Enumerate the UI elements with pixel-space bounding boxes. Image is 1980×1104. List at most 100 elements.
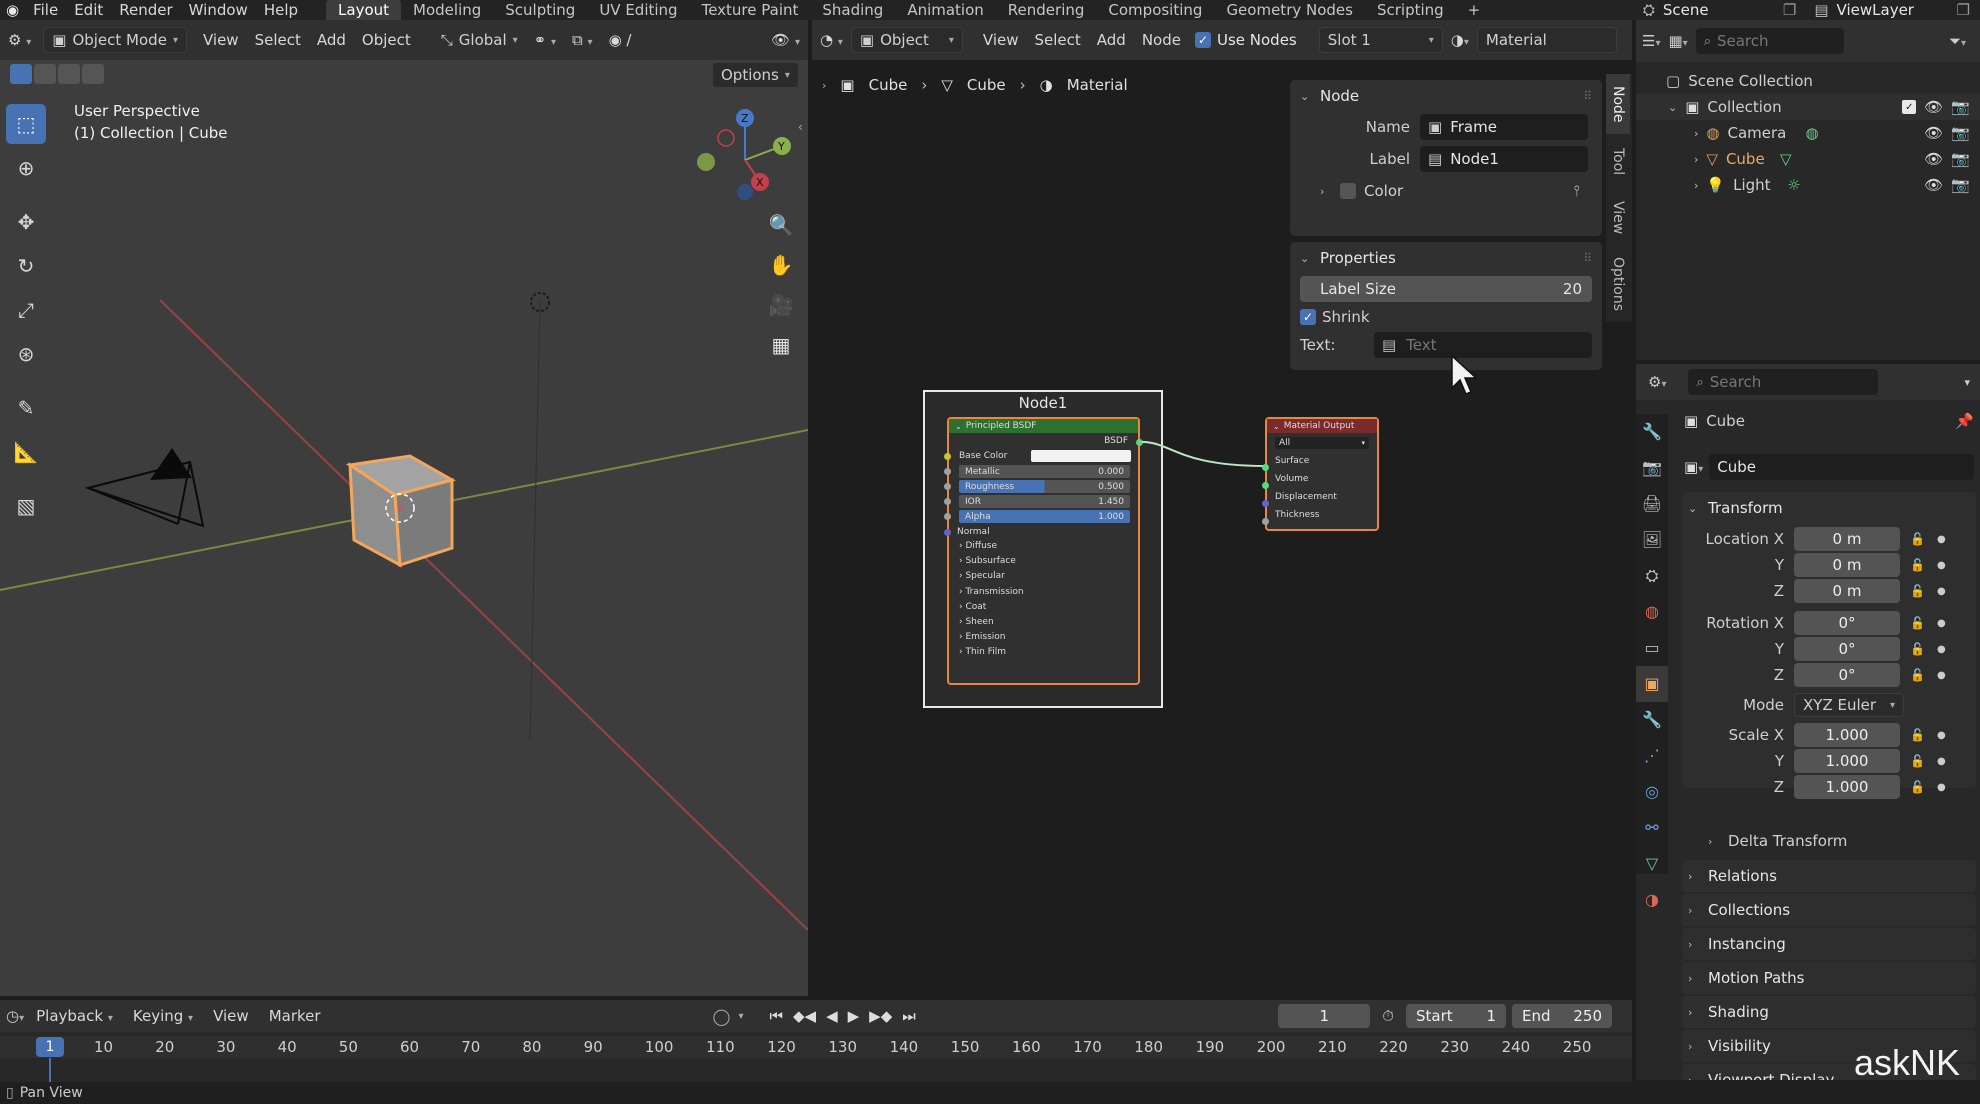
panel-relations[interactable]: › Relations — [1682, 860, 1976, 892]
keyframe-dot-icon[interactable]: ● — [1937, 560, 1946, 571]
rotation-x-field[interactable]: 0° — [1794, 611, 1900, 635]
tool-tab-icon[interactable]: 🔧 — [1636, 414, 1668, 450]
render-tab-icon[interactable]: 📷 — [1636, 450, 1668, 486]
delta-transform-row[interactable]: › Delta Transform — [1682, 826, 1976, 856]
material-output-node[interactable]: ⌄ Material Output All ▾ Surface Volume D… — [1262, 417, 1379, 531]
eye-icon[interactable]: 👁 — [1924, 98, 1943, 116]
scale-y-field[interactable]: 1.000 — [1794, 749, 1900, 773]
zoom-icon[interactable]: 🔍 — [762, 206, 800, 244]
outliner-item-cube[interactable]: › ▽ Cube ▽ 👁 📷 — [1636, 146, 1980, 172]
lock-icon[interactable]: 🔓 — [1910, 616, 1925, 630]
tab-tool[interactable]: Tool — [1606, 134, 1630, 190]
transform-panel-header[interactable]: ⌄ Transform — [1682, 492, 1976, 524]
outliner-item-camera[interactable]: › ◍ Camera ◍ 👁 📷 — [1636, 120, 1980, 146]
thickness-socket[interactable] — [1262, 518, 1269, 525]
object-name-field[interactable]: Cube — [1709, 454, 1974, 480]
timeline[interactable]: ◷▾ Playback ▾ Keying ▾ View Marker ◯ ▾ ⏮… — [0, 1000, 1632, 1082]
outliner-search-input[interactable]: ⌕ Search — [1695, 28, 1844, 54]
menu-edit[interactable]: Edit — [66, 1, 111, 19]
world-tab-icon[interactable]: ◍ — [1636, 594, 1668, 630]
timeline-menu-playback[interactable]: Playback ▾ — [28, 1004, 121, 1028]
view-layer-icon[interactable]: ▤ — [1806, 1, 1836, 19]
panel-motion-paths[interactable]: › Motion Paths — [1682, 962, 1976, 994]
eye-icon[interactable]: 👁 — [1924, 150, 1943, 168]
collection-checkbox[interactable]: ✓ — [1902, 100, 1917, 114]
light-data-icon[interactable]: ☼ — [1787, 176, 1871, 194]
tab-animation[interactable]: Animation — [895, 0, 995, 20]
tab-compositing[interactable]: Compositing — [1096, 0, 1214, 20]
lock-icon[interactable]: 🔓 — [1910, 668, 1925, 682]
chevron-down-icon[interactable]: ⌄ — [1668, 101, 1677, 114]
lock-icon[interactable]: 🔓 — [1910, 728, 1925, 742]
color-presets-icon[interactable]: ⫯ — [1573, 182, 1602, 200]
timeline-menu-keying[interactable]: Keying ▾ — [125, 1004, 201, 1028]
drag-handle-icon[interactable]: ⠿ — [1583, 251, 1602, 265]
add-workspace-icon[interactable]: + — [1456, 0, 1493, 20]
filter-icon[interactable]: ⏷▾ — [1949, 32, 1980, 50]
camera-object[interactable] — [84, 448, 205, 528]
keying-chevron-icon[interactable]: ▾ — [738, 1011, 743, 1022]
menu-window[interactable]: Window — [181, 1, 256, 19]
camera-render-icon[interactable]: 📷 — [1951, 150, 1980, 168]
node-editor[interactable]: ◔ ▾ ▣ Object ▾ View Select Add Node ✓ Us… — [812, 20, 1632, 996]
output-tab-icon[interactable]: 🖨 — [1636, 486, 1668, 522]
panel-shading[interactable]: › Shading — [1682, 996, 1976, 1028]
outliner-item-light[interactable]: › 💡 Light ☼ 👁 📷 — [1636, 172, 1980, 198]
volume-socket[interactable] — [1262, 482, 1269, 489]
eye-icon[interactable]: 👁 — [1924, 176, 1943, 194]
name-field[interactable]: ▣ Frame — [1420, 114, 1588, 140]
camera-view-icon[interactable]: 🎥 — [762, 286, 800, 324]
camera-render-icon[interactable]: 📷 — [1951, 176, 1980, 194]
new-view-layer-icon[interactable]: ❐ — [1947, 1, 1980, 19]
jump-start-icon[interactable]: ⏮ — [769, 1007, 783, 1025]
pin-icon[interactable]: 📌 — [1955, 412, 1974, 430]
chevron-right-icon[interactable]: › — [1694, 153, 1698, 166]
play-icon[interactable]: ▶ — [848, 1007, 860, 1025]
object-browse-icon[interactable]: ▣▾ — [1684, 458, 1703, 476]
collapse-sidebar-icon[interactable]: ‹ — [798, 120, 803, 134]
eye-icon[interactable]: 👁 — [1924, 124, 1943, 142]
rotation-mode-dropdown[interactable]: XYZ Euler ▾ — [1794, 693, 1904, 717]
collection-row[interactable]: ⌄ ▣ Collection ✓ 👁 📷 — [1636, 94, 1980, 120]
menu-file[interactable]: File — [25, 1, 66, 19]
constraints-tab-icon[interactable]: ⚯ — [1636, 810, 1668, 846]
label-field[interactable]: ▤ Node1 — [1420, 146, 1588, 172]
tab-view[interactable]: View — [1606, 190, 1630, 246]
keyframe-dot-icon[interactable]: ● — [1937, 782, 1946, 793]
rotation-z-field[interactable]: 0° — [1794, 663, 1900, 687]
tab-layout[interactable]: Layout — [326, 0, 402, 20]
modifier-tab-icon[interactable]: 🔧 — [1636, 702, 1668, 738]
tab-modeling[interactable]: Modeling — [401, 0, 493, 20]
properties-panel-header[interactable]: ⌄ Properties ⠿ — [1290, 242, 1602, 274]
view-layer-tab-icon[interactable]: 🖼 — [1636, 522, 1668, 558]
timeline-type-icon[interactable]: ◷▾ — [6, 1007, 24, 1025]
lock-icon[interactable]: 🔓 — [1910, 754, 1925, 768]
chevron-right-icon[interactable]: › — [1694, 127, 1698, 140]
panel-instancing[interactable]: › Instancing — [1682, 928, 1976, 960]
lock-icon[interactable]: 🔓 — [1910, 532, 1925, 546]
scene-icon[interactable]: ⛭ — [1643, 1, 1663, 19]
scene-collection-row[interactable]: ▢ Scene Collection — [1636, 68, 1980, 94]
timeline-menu-view[interactable]: View — [205, 1004, 257, 1028]
view-layer-name[interactable]: ViewLayer — [1837, 1, 1947, 19]
play-reverse-icon[interactable]: ◀ — [826, 1007, 838, 1025]
scale-z-field[interactable]: 1.000 — [1794, 775, 1900, 799]
blender-logo-icon[interactable]: ◉ — [0, 1, 25, 19]
properties-search-input[interactable]: ⌕ Search — [1688, 369, 1879, 395]
end-frame-field[interactable]: End 250 — [1512, 1004, 1612, 1028]
timeline-ruler[interactable]: 1 10 20 30 40 50 60 70 80 90 100 110 120 130 140 150 16… — [0, 1036, 1632, 1058]
tab-node[interactable]: Node — [1606, 74, 1630, 134]
collection-tab-icon[interactable]: ▭ — [1636, 630, 1668, 666]
camera-data-icon[interactable]: ◍ — [1806, 124, 1866, 142]
tab-texture-paint[interactable]: Texture Paint — [690, 0, 811, 20]
chevron-down-icon[interactable]: ▾ — [1964, 376, 1980, 389]
label-size-field[interactable]: Label Size 20 — [1300, 276, 1592, 302]
keyframe-dot-icon[interactable]: ● — [1937, 644, 1946, 655]
pan-hand-icon[interactable]: ✋ — [762, 246, 800, 284]
navigation-gizmo[interactable]: Z Y X — [697, 109, 791, 200]
lock-icon[interactable]: 🔓 — [1910, 642, 1925, 656]
data-tab-icon[interactable]: ▽ — [1636, 846, 1668, 882]
perspective-grid-icon[interactable]: ▦ — [762, 326, 800, 364]
color-checkbox[interactable] — [1340, 183, 1356, 199]
scale-x-field[interactable]: 1.000 — [1794, 723, 1900, 747]
